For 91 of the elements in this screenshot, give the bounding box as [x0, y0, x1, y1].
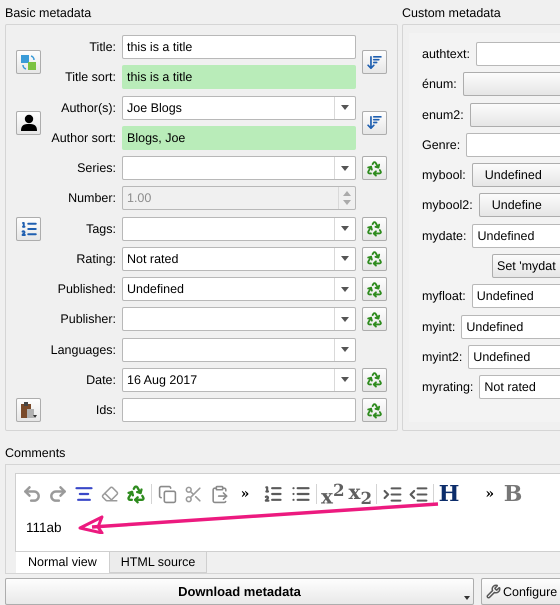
reset-button[interactable]: [362, 307, 387, 332]
download-button[interactable]: Download metadata: [5, 578, 474, 605]
reset-icon: [366, 310, 383, 328]
reset-icon: [366, 371, 383, 388]
bold-button[interactable]: B: [498, 482, 528, 506]
sort-icon: [366, 114, 383, 132]
text-field[interactable]: Undefined: [468, 344, 560, 369]
reset-button[interactable]: [362, 277, 387, 301]
numbered-list-icon: [20, 220, 38, 238]
reset-button[interactable]: [362, 246, 387, 271]
field-label: myfloat:: [422, 289, 466, 304]
spin-arrows-icon: [343, 190, 351, 206]
field-label: Published:: [58, 282, 116, 296]
configure-button[interactable]: Configure: [480, 578, 560, 605]
text-field[interactable]: this is a title: [122, 35, 356, 59]
view-tab[interactable]: Normal view: [16, 552, 109, 573]
dropdown-arrow-icon: [341, 286, 349, 292]
reset-button[interactable]: [362, 156, 387, 180]
comment-text: 111ab: [26, 520, 62, 535]
reset-icon: [366, 160, 383, 176]
reset-button[interactable]: [362, 368, 387, 392]
reset-icon: [366, 402, 383, 418]
value-button[interactable]: Undefined: [472, 163, 560, 188]
field-label: Author sort:: [51, 130, 116, 145]
more-button[interactable]: »: [234, 482, 256, 506]
field-label: Number:: [68, 191, 116, 206]
reset-button[interactable]: [362, 398, 387, 422]
dropdown-arrow-icon: [464, 596, 470, 600]
field-label: mydate:: [422, 228, 466, 243]
field-label: Title sort:: [65, 70, 116, 84]
more-button[interactable]: »: [464, 482, 494, 506]
text-field[interactable]: Undefined: [461, 314, 560, 339]
combo-box[interactable]: Joe Blogs: [122, 96, 356, 120]
field-label: mybool:: [422, 168, 466, 182]
superscript-button[interactable]: x$^{2}$: [321, 482, 345, 506]
sort-icon: [366, 54, 383, 71]
field-label: Publisher:: [60, 312, 116, 326]
dropdown-arrow-icon: [341, 347, 349, 352]
field-label: authtext:: [422, 47, 470, 61]
reset-button[interactable]: [362, 216, 387, 240]
value-button[interactable]: Set 'mydat: [492, 254, 560, 278]
value-button[interactable]: Undefine: [478, 193, 560, 218]
field-label: Series:: [77, 161, 116, 175]
paste-ids-button[interactable]: [16, 398, 41, 422]
field-label: Languages:: [50, 342, 116, 356]
group-title: Comments: [5, 445, 66, 462]
sort-button[interactable]: [362, 110, 387, 135]
dropdown-arrow-icon: [341, 377, 349, 382]
text-field[interactable]: Undefined: [472, 284, 560, 308]
field-label: énum:: [422, 77, 457, 92]
dropdown-arrow-icon: [341, 226, 349, 231]
heading-button[interactable]: H: [438, 482, 460, 506]
tags-button[interactable]: [16, 216, 41, 240]
reset-icon: [366, 250, 383, 268]
author-button[interactable]: [16, 110, 41, 135]
field-label: Title:: [89, 40, 116, 54]
sort-button[interactable]: [362, 50, 387, 74]
field-label: mybool2:: [422, 198, 473, 212]
combo-box[interactable]: Not rated: [122, 246, 356, 271]
dropdown-arrow-icon: [341, 166, 349, 170]
field-label: Tags:: [86, 222, 116, 236]
dropdown-arrow-icon: [341, 316, 349, 322]
field-label: enum2:: [422, 108, 464, 122]
subscript-button[interactable]: x$_{2}$: [348, 482, 372, 506]
wrench-icon: [486, 584, 501, 599]
clipboard-icon: [20, 401, 37, 419]
dropdown-arrow-icon: [341, 105, 349, 110]
field-label: myrating:: [422, 380, 474, 394]
swap-icon: [20, 54, 37, 71]
field-label: Ids:: [96, 403, 116, 417]
field-label: Genre:: [422, 138, 460, 152]
group-title: Basic metadata: [5, 5, 92, 22]
reset-icon: [366, 280, 383, 298]
text-field[interactable]: Not rated: [479, 375, 560, 400]
dropdown-arrow-icon: [341, 256, 349, 262]
reset-icon: [366, 220, 383, 237]
group-title: Custom metadata: [402, 5, 502, 22]
field-label: myint2:: [422, 350, 462, 364]
view-tab[interactable]: HTML source: [108, 552, 208, 573]
field-label: Rating:: [76, 252, 116, 266]
combo-box[interactable]: 16 Aug 2017: [122, 368, 356, 392]
swap-button[interactable]: [16, 50, 41, 74]
person-icon: [20, 114, 36, 132]
combo-box[interactable]: Undefined: [122, 277, 356, 301]
field-label: Date:: [86, 372, 116, 387]
text-field[interactable]: Undefined: [472, 224, 560, 248]
field-label: Author(s):: [61, 100, 116, 114]
text-field[interactable]: Blogs, Joe: [122, 126, 356, 150]
text-field[interactable]: this is a title: [122, 65, 356, 90]
text-field[interactable]: [122, 398, 356, 422]
field-label: myint:: [422, 320, 456, 334]
